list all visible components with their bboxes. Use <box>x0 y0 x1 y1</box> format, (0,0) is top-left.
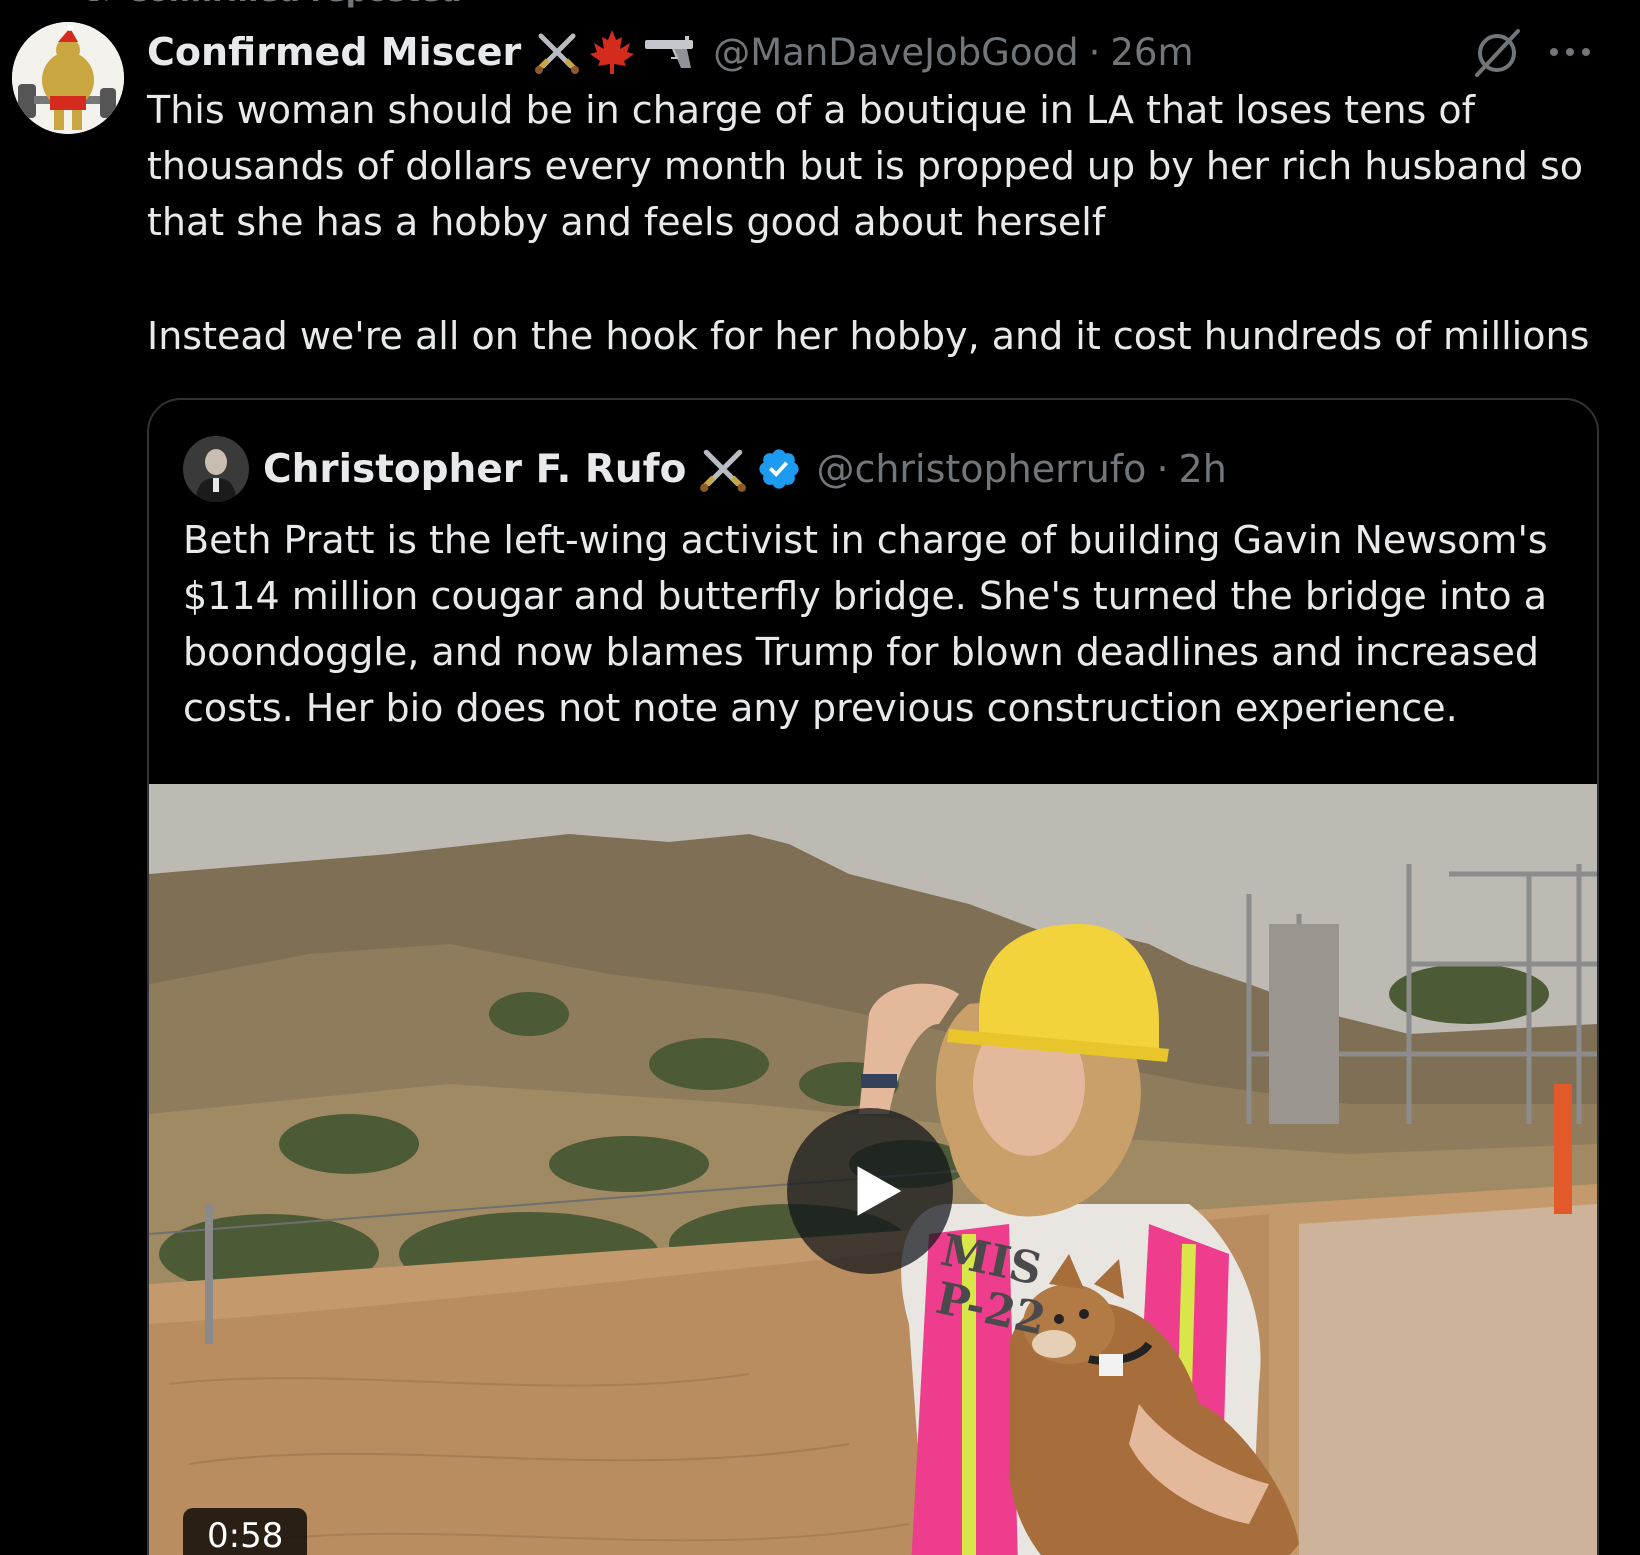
verified-badge-icon[interactable] <box>756 446 802 492</box>
repost-icon <box>88 0 108 2</box>
timeline: Confirmed reposted Confirmed Miscer <box>0 0 1640 1555</box>
crossed-swords-icon <box>535 33 580 74</box>
author-display-name[interactable]: Confirmed Miscer <box>147 30 521 74</box>
quoted-tweet-card[interactable]: Christopher F. Rufo @christopherrufo · 2h <box>147 398 1599 1555</box>
pistol-icon <box>645 36 694 68</box>
tweet-text-paragraph-2: Instead we're all on the hook for her ho… <box>147 314 1590 358</box>
play-button[interactable] <box>787 1108 953 1274</box>
author-avatar[interactable] <box>12 22 124 134</box>
crossed-swords-icon <box>700 449 747 492</box>
repost-label: Confirmed reposted <box>126 0 462 9</box>
video-player[interactable]: MIS P-22 0:58 <box>149 784 1597 1555</box>
quoted-author-handle[interactable]: @christopherrufo <box>816 447 1146 491</box>
author-handle-and-time: @ManDaveJobGood · 26m <box>713 31 1193 74</box>
separator-dot: · <box>1156 447 1169 491</box>
separator-dot: · <box>1088 30 1101 74</box>
quoted-tweet-text: Beth Pratt is the left-wing activist in … <box>183 518 1548 730</box>
play-icon <box>857 1166 902 1216</box>
grok-icon[interactable] <box>1470 26 1524 80</box>
author-handle[interactable]: @ManDaveJobGood <box>713 31 1078 74</box>
more-options-icon[interactable] <box>1545 34 1595 70</box>
repost-indicator[interactable]: Confirmed reposted <box>82 0 462 9</box>
tweet-timestamp[interactable]: 26m <box>1110 31 1193 74</box>
quoted-author-display-name[interactable]: Christopher F. Rufo <box>263 447 686 492</box>
quoted-tweet-timestamp[interactable]: 2h <box>1179 447 1227 491</box>
quoted-tweet-header: Christopher F. Rufo @christopherrufo · 2h <box>183 436 1227 502</box>
quoted-handle-and-time: @christopherrufo · 2h <box>816 447 1226 491</box>
tweet-text: This woman should be in charge of a bout… <box>147 88 1596 244</box>
tweet-header: Confirmed Miscer @ManDaveJobGood · 26m <box>147 24 1193 80</box>
maple-leaf-icon <box>590 30 635 74</box>
quoted-author-avatar[interactable] <box>183 436 249 502</box>
video-duration-badge: 0:58 <box>183 1508 308 1555</box>
quoted-author-badges <box>698 444 802 494</box>
author-badges <box>533 27 697 77</box>
